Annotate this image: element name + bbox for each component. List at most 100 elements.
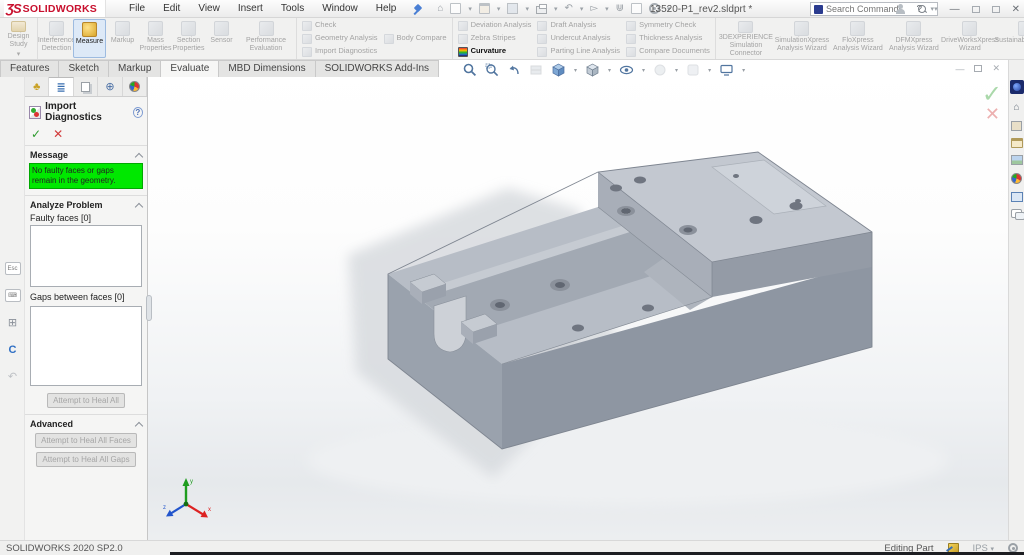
open-dropdown-icon[interactable]: ▾	[497, 5, 501, 13]
collapse-message-icon[interactable]	[135, 152, 143, 160]
home-taskpane-icon[interactable]: ⌂	[1010, 101, 1023, 114]
part-3d-model[interactable]	[148, 60, 1008, 540]
restore-button[interactable]	[992, 6, 1000, 13]
cancel-button[interactable]: ✕	[53, 128, 63, 140]
floxpress-button[interactable]: FloXpress Analysis Wizard	[830, 19, 886, 58]
previous-view-icon[interactable]	[507, 63, 521, 77]
maximize-button[interactable]	[972, 6, 980, 13]
attempt-heal-all-gaps-button[interactable]: Attempt to Heal All Gaps	[36, 452, 135, 467]
doc-minimize-button[interactable]: —	[955, 64, 964, 74]
displaymanager-tab[interactable]	[123, 77, 147, 96]
select-icon[interactable]: ▻	[590, 4, 598, 14]
toolbox-icon[interactable]	[1011, 121, 1022, 131]
attempt-heal-all-button[interactable]: Attempt to Heal All	[47, 393, 125, 408]
section-properties-button[interactable]: Section Properties	[172, 19, 205, 58]
panel-help-icon[interactable]: ?	[133, 107, 143, 118]
confirm-cancel-icon[interactable]: ✕	[982, 106, 1000, 122]
options-sheet-icon[interactable]	[631, 3, 642, 14]
gaps-list[interactable]	[30, 306, 142, 386]
save-dropdown-icon[interactable]: ▾	[525, 5, 529, 13]
confirm-ok-icon[interactable]: ✓	[982, 84, 1002, 106]
tab-sketch[interactable]: Sketch	[58, 60, 108, 77]
parting-line-analysis-button[interactable]: Parting Line Analysis	[537, 46, 620, 58]
appearances-icon[interactable]	[1010, 172, 1023, 185]
zoom-to-area-icon[interactable]	[485, 63, 499, 77]
configurationmanager-tab[interactable]	[74, 77, 98, 96]
minimize-button[interactable]: —	[950, 4, 960, 15]
curvature-button[interactable]: Curvature	[458, 46, 532, 58]
mass-properties-button[interactable]: Mass Properties	[139, 19, 172, 58]
graphics-viewport[interactable]: 13520-P1_rev2 (Default<... ▾ ▾ ▾ ▾ ▾ ▾ —…	[148, 60, 1008, 540]
view-orientation-dropdown-icon[interactable]: ▾	[574, 67, 577, 74]
analyze-problem-section-header[interactable]: Analyze Problem	[25, 195, 147, 212]
display-style-icon[interactable]	[585, 63, 600, 77]
symmetry-check-button[interactable]: Symmetry Check	[626, 20, 710, 32]
view-orientation-icon[interactable]	[551, 63, 566, 77]
menu-help[interactable]: Help	[367, 3, 406, 14]
custom-properties-icon[interactable]	[1011, 192, 1023, 202]
select-dropdown-icon[interactable]: ▾	[605, 5, 609, 13]
login-user-icon[interactable]	[895, 4, 905, 14]
pin-menu-icon[interactable]	[413, 4, 423, 14]
mouse-gesture-button[interactable]: ⊞	[5, 316, 21, 329]
open-icon[interactable]	[479, 3, 490, 14]
collapse-analyze-icon[interactable]	[135, 202, 143, 210]
doc-close-button[interactable]: ✕	[992, 63, 1000, 74]
featuremanager-tab[interactable]: ♣	[25, 77, 49, 96]
propertymanager-tab[interactable]: ≣	[49, 77, 73, 96]
measure-button[interactable]: Measure	[73, 19, 106, 58]
dfmxpress-button[interactable]: DFMXpress Analysis Wizard	[886, 19, 942, 58]
menu-view[interactable]: View	[189, 3, 229, 14]
esc-key-button[interactable]: Esc	[5, 262, 21, 275]
thickness-analysis-button[interactable]: Thickness Analysis	[626, 33, 710, 45]
tab-mbd-dimensions[interactable]: MBD Dimensions	[218, 60, 314, 77]
print-icon[interactable]	[536, 6, 547, 14]
scene-dropdown-icon[interactable]: ▾	[708, 67, 711, 74]
advanced-section-header[interactable]: Advanced	[25, 415, 147, 431]
help-icon[interactable]: ?	[917, 4, 923, 15]
sensor-button[interactable]: Sensor	[205, 19, 238, 58]
undo-icon[interactable]: ↶	[564, 4, 572, 14]
file-explorer-icon[interactable]	[1011, 138, 1023, 148]
message-section-header[interactable]: Message	[25, 146, 147, 162]
menu-tools[interactable]: Tools	[272, 3, 313, 14]
appearance-dropdown-icon[interactable]: ▾	[675, 67, 678, 74]
sustainabilityxpress-button[interactable]: SustainabilityXpress	[998, 19, 1024, 58]
menu-edit[interactable]: Edit	[154, 3, 189, 14]
deviation-analysis-button[interactable]: Deviation Analysis	[458, 20, 532, 32]
import-diagnostics-button[interactable]: Import Diagnostics	[302, 46, 378, 58]
close-button[interactable]: ✕	[1012, 4, 1020, 15]
save-icon[interactable]	[507, 3, 518, 14]
compare-documents-button[interactable]: Compare Documents	[626, 46, 710, 58]
home-icon[interactable]: ⌂	[437, 4, 443, 14]
search-category-icon[interactable]	[814, 5, 823, 14]
design-study-button[interactable]: Design Study ▾	[2, 19, 35, 58]
driveworksxpress-button[interactable]: DriveWorksXpress Wizard	[942, 19, 998, 58]
keyboard-shortcut-button[interactable]: ⌨	[5, 289, 21, 302]
hide-show-items-icon[interactable]	[619, 63, 634, 77]
check-button[interactable]: Check	[302, 20, 378, 32]
body-compare-button[interactable]: Body Compare	[384, 33, 447, 45]
tab-markup[interactable]: Markup	[108, 60, 160, 77]
geometry-analysis-button[interactable]: Geometry Analysis	[302, 33, 378, 45]
undercut-analysis-button[interactable]: Undercut Analysis	[537, 33, 620, 45]
print-dropdown-icon[interactable]: ▾	[554, 5, 558, 13]
3dexperience-simulation-connector-button[interactable]: 3DEXPERIENCE Simulation Connector	[718, 19, 774, 58]
ok-button[interactable]: ✓	[31, 128, 41, 140]
tab-solidworks-add-ins[interactable]: SOLIDWORKS Add-Ins	[315, 60, 439, 77]
view-settings-icon[interactable]	[719, 63, 734, 77]
new-document-icon[interactable]	[450, 3, 461, 14]
edit-appearance-icon[interactable]	[653, 63, 667, 77]
undo-dropdown-icon[interactable]: ▾	[580, 5, 584, 13]
3dexperience-icon[interactable]	[1010, 80, 1024, 94]
collapse-advanced-icon[interactable]	[135, 421, 143, 429]
performance-evaluation-button[interactable]: Performance Evaluation	[238, 19, 294, 58]
menu-window[interactable]: Window	[313, 3, 367, 14]
display-style-dropdown-icon[interactable]: ▾	[608, 67, 611, 74]
forum-icon[interactable]	[1011, 209, 1023, 219]
markup-button[interactable]: Markup	[106, 19, 139, 58]
zoom-to-fit-icon[interactable]	[463, 63, 477, 77]
undo-strip-icon[interactable]: ↶	[5, 370, 21, 383]
view-palette-icon[interactable]	[1011, 155, 1023, 165]
simulationxpress-button[interactable]: SimulationXpress Analysis Wizard	[774, 19, 830, 58]
